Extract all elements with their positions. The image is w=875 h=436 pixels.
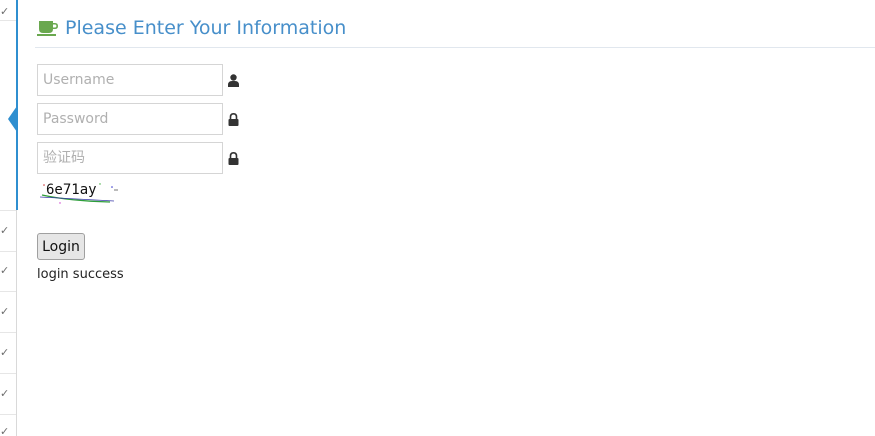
lock-icon (228, 152, 239, 165)
sidebar-item[interactable]: ✓ (0, 333, 16, 374)
login-button[interactable]: Login (37, 233, 85, 260)
sidebar-item[interactable]: ✓ (0, 412, 16, 436)
sidebar-active-arrow (8, 106, 17, 132)
sidebar: ✓ ✓ ✓ ✓ ✓ ✓ ✓ (0, 0, 17, 436)
chevron-icon: ✓ (0, 425, 10, 436)
sidebar-item[interactable]: ✓ (0, 251, 16, 292)
login-page: ✓ ✓ ✓ ✓ ✓ ✓ ✓ Please Enter Your Informat… (0, 0, 875, 436)
sidebar-item[interactable]: ✓ (0, 0, 16, 21)
chevron-icon: ✓ (0, 5, 10, 18)
username-input[interactable] (37, 64, 223, 96)
sidebar-active-indicator (16, 0, 18, 210)
chevron-icon: ✓ (0, 346, 10, 359)
page-header: Please Enter Your Information (35, 12, 875, 48)
captcha-image[interactable]: 6e71ay (40, 181, 118, 206)
chevron-icon: ✓ (0, 305, 10, 318)
sidebar-item[interactable]: ✓ (0, 374, 16, 415)
chevron-icon: ✓ (0, 387, 10, 400)
sidebar-item[interactable]: ✓ (0, 210, 16, 252)
chevron-icon: ✓ (0, 264, 10, 277)
sidebar-item[interactable]: ✓ (0, 292, 16, 333)
lock-icon (228, 113, 239, 126)
page-title: Please Enter Your Information (65, 17, 347, 39)
status-message: login success (37, 267, 124, 282)
password-input[interactable] (37, 103, 223, 135)
user-icon (228, 74, 239, 87)
captcha-text: 6e71ay (46, 182, 97, 198)
chevron-icon: ✓ (0, 224, 10, 237)
coffee-cup-icon (37, 21, 58, 36)
captcha-input[interactable] (37, 142, 223, 174)
